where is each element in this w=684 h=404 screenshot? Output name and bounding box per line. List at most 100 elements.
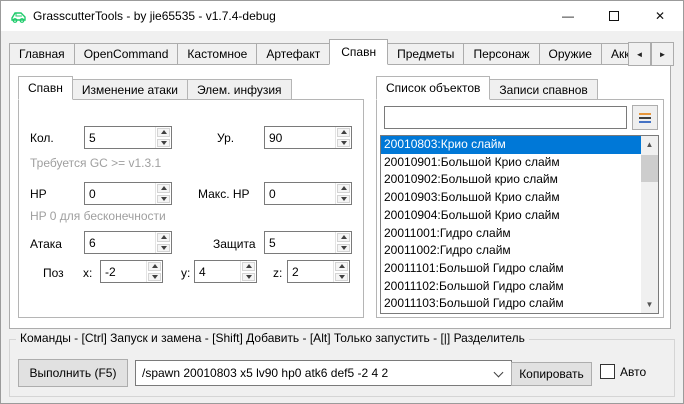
tabs-scroll-right-button[interactable]: ►	[651, 42, 674, 66]
list-scrollbar[interactable]: ▲ ▼	[641, 136, 658, 313]
list-item[interactable]: 20011103:Большой Гидро слайм	[381, 295, 641, 313]
window-title: GrasscutterTools - by jie65535 - v1.7.4-…	[33, 9, 276, 23]
subtab-spavn[interactable]: Спавн	[18, 76, 73, 100]
tab-personazh[interactable]: Персонаж	[463, 43, 539, 65]
list-menu-button[interactable]	[632, 105, 658, 130]
level-input[interactable]	[265, 127, 335, 148]
pos-x-spin-down-button[interactable]	[148, 273, 161, 282]
spawn-form-panel: Кол. Ур. Требуется GC >= v1.3.1 HP	[18, 99, 364, 318]
list-item[interactable]: 20011101:Большой Гидро слайм	[381, 260, 641, 278]
objects-list-panel: 20010803:Крио слайм 20010901:Большой Кри…	[376, 99, 664, 318]
objects-listbox[interactable]: 20010803:Крио слайм 20010901:Большой Кри…	[380, 135, 659, 314]
run-button[interactable]: Выполнить (F5)	[18, 359, 128, 387]
hp-spin-up-button[interactable]	[157, 184, 170, 193]
max-hp-spin-up-button[interactable]	[337, 184, 350, 193]
max-hp-stepper[interactable]	[264, 182, 352, 205]
atk-input[interactable]	[85, 232, 155, 253]
count-input[interactable]	[85, 127, 155, 148]
atk-spin-down-button[interactable]	[157, 244, 170, 253]
tab-artefakt[interactable]: Артефакт	[256, 43, 330, 65]
hp-stepper[interactable]	[84, 182, 172, 205]
app-icon	[10, 8, 27, 24]
spin-up-icon	[341, 130, 347, 134]
subtab-zapisi-spavnov[interactable]: Записи спавнов	[489, 79, 597, 100]
auto-checkbox[interactable]	[600, 364, 615, 379]
def-spin-up-button[interactable]	[337, 233, 350, 242]
minimize-button[interactable]: —	[545, 1, 591, 30]
tab-predmety[interactable]: Предметы	[387, 43, 464, 65]
hp-input[interactable]	[85, 183, 155, 204]
scrollbar-thumb[interactable]	[641, 155, 658, 182]
subtab-spisok-obektov[interactable]: Список объектов	[376, 76, 490, 100]
hp-spin-down-button[interactable]	[157, 195, 170, 204]
list-item[interactable]: 20011001:Гидро слайм	[381, 225, 641, 243]
subtab-izmenenie-ataki[interactable]: Изменение атаки	[72, 79, 188, 100]
spin-up-icon	[339, 264, 345, 268]
count-spin-down-button[interactable]	[157, 139, 170, 148]
tabs-scroll-left-button[interactable]: ◄	[628, 42, 651, 66]
copy-button[interactable]: Копировать	[511, 362, 592, 386]
spawn-subtabs: Спавн Изменение атаки Элем. инфузия	[18, 76, 291, 100]
list-item[interactable]: 20010803:Крио слайм	[381, 136, 641, 154]
pos-y-spin-down-button[interactable]	[242, 273, 255, 282]
tab-opencommand[interactable]: OpenCommand	[74, 43, 179, 65]
commands-groupbox: Команды - [Ctrl] Запуск и замена - [Shif…	[9, 339, 675, 397]
atk-stepper[interactable]	[84, 231, 172, 254]
pos-y-input[interactable]	[195, 261, 240, 282]
tab-spavn[interactable]: Спавн	[329, 39, 388, 65]
pos-y-label: y:	[181, 264, 190, 282]
pos-x-spin-up-button[interactable]	[148, 262, 161, 271]
tab-glavnaya[interactable]: Главная	[9, 43, 75, 65]
spin-up-icon	[341, 186, 347, 190]
pos-z-spin-up-button[interactable]	[335, 262, 348, 271]
hp-infinity-note: HP 0 для бесконечности	[30, 208, 166, 224]
list-item[interactable]: 20010904:Большой Крио слайм	[381, 207, 641, 225]
list-item[interactable]: 20011002:Гидро слайм	[381, 242, 641, 260]
list-item[interactable]: 20010902:Большой крио слайм	[381, 171, 641, 189]
hamburger-icon	[639, 121, 651, 123]
def-label: Защита	[213, 235, 256, 253]
max-hp-spin-down-button[interactable]	[337, 195, 350, 204]
spin-down-icon	[246, 275, 252, 279]
spin-down-icon	[339, 275, 345, 279]
tab-kastomnoe[interactable]: Кастомное	[177, 43, 257, 65]
command-combobox[interactable]: /spawn 20010803 x5 lv90 hp0 atk6 def5 -2…	[135, 360, 512, 386]
pos-label: Поз	[43, 264, 64, 282]
pos-z-input[interactable]	[288, 261, 333, 282]
def-spin-down-button[interactable]	[337, 244, 350, 253]
spin-down-icon	[152, 275, 158, 279]
count-stepper[interactable]	[84, 126, 172, 149]
tab-scroll-right-icon: ►	[659, 50, 667, 59]
pos-z-stepper[interactable]	[287, 260, 350, 283]
spin-down-icon	[341, 246, 347, 250]
atk-spin-up-button[interactable]	[157, 233, 170, 242]
gc-version-note: Требуется GC >= v1.3.1	[30, 155, 161, 171]
pos-y-spin-up-button[interactable]	[242, 262, 255, 271]
pos-x-stepper[interactable]	[100, 260, 163, 283]
pos-y-stepper[interactable]	[194, 260, 257, 283]
subtab-elem-infuziya[interactable]: Элем. инфузия	[187, 79, 292, 100]
pos-x-input[interactable]	[101, 261, 146, 282]
list-item[interactable]: 20010903:Большой Крио слайм	[381, 189, 641, 207]
spin-up-icon	[161, 130, 167, 134]
titlebar[interactable]: GrasscutterTools - by jie65535 - v1.7.4-…	[1, 1, 683, 31]
level-spin-up-button[interactable]	[337, 128, 350, 137]
pos-z-spin-down-button[interactable]	[335, 273, 348, 282]
def-input[interactable]	[265, 232, 335, 253]
close-button[interactable]: ✕	[637, 1, 683, 30]
list-item[interactable]: 20011102:Большой Гидро слайм	[381, 278, 641, 296]
spin-up-icon	[161, 186, 167, 190]
max-hp-input[interactable]	[265, 183, 335, 204]
scroll-up-button[interactable]: ▲	[641, 136, 658, 153]
level-spin-down-button[interactable]	[337, 139, 350, 148]
maximize-button[interactable]	[591, 1, 637, 30]
level-stepper[interactable]	[264, 126, 352, 149]
close-icon: ✕	[655, 9, 665, 23]
level-label: Ур.	[217, 129, 234, 147]
tab-oruzhie[interactable]: Оружие	[539, 43, 602, 65]
list-item[interactable]: 20010901:Большой Крио слайм	[381, 154, 641, 172]
scroll-down-button[interactable]: ▼	[641, 296, 658, 313]
search-input[interactable]	[384, 106, 627, 129]
count-spin-up-button[interactable]	[157, 128, 170, 137]
def-stepper[interactable]	[264, 231, 352, 254]
